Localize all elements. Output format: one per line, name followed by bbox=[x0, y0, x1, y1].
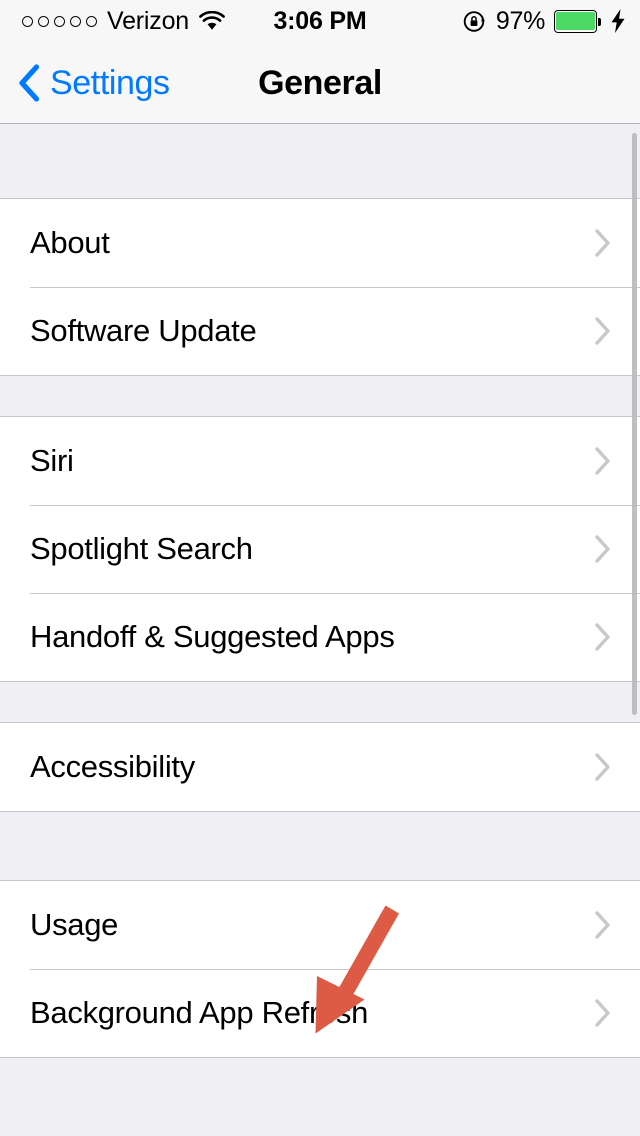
settings-table[interactable]: About Software Update Siri Spotlight Sea… bbox=[0, 125, 640, 1136]
row-label: Background App Refresh bbox=[30, 995, 369, 1030]
chevron-right-icon bbox=[594, 910, 612, 940]
group-gap bbox=[0, 125, 640, 198]
chevron-right-icon bbox=[594, 228, 612, 258]
iphone-screen: Verizon 3:06 PM 97% Settings General Abo… bbox=[0, 0, 640, 1136]
settings-group-2: Siri Spotlight Search Handoff & Suggeste… bbox=[0, 416, 640, 682]
chevron-right-icon bbox=[594, 622, 612, 652]
rotation-lock-icon bbox=[462, 9, 487, 34]
battery-icon bbox=[554, 9, 601, 33]
chevron-right-icon bbox=[594, 752, 612, 782]
chevron-right-icon bbox=[594, 446, 612, 476]
status-bar: Verizon 3:06 PM 97% bbox=[0, 0, 640, 42]
vertical-scrollbar[interactable] bbox=[632, 133, 637, 715]
chevron-right-icon bbox=[594, 316, 612, 346]
lightning-bolt-icon bbox=[610, 9, 626, 33]
row-label: Handoff & Suggested Apps bbox=[30, 619, 395, 654]
back-button-label[interactable]: Settings bbox=[50, 64, 170, 103]
row-label: Siri bbox=[30, 443, 74, 478]
chevron-left-icon[interactable] bbox=[18, 64, 40, 102]
settings-row-software-update[interactable]: Software Update bbox=[0, 287, 640, 375]
settings-group-4: Usage Background App Refresh bbox=[0, 880, 640, 1058]
row-label: About bbox=[30, 225, 110, 260]
chevron-right-icon bbox=[594, 534, 612, 564]
row-label: Software Update bbox=[30, 313, 257, 348]
battery-percent-label: 97% bbox=[495, 6, 545, 35]
row-label: Accessibility bbox=[30, 749, 195, 784]
settings-row-spotlight-search[interactable]: Spotlight Search bbox=[0, 505, 640, 593]
status-bar-right: 97% bbox=[462, 0, 626, 42]
settings-row-handoff-suggested-apps[interactable]: Handoff & Suggested Apps bbox=[0, 593, 640, 681]
navigation-bar: Settings General bbox=[0, 42, 640, 124]
back-button[interactable]: Settings bbox=[18, 42, 170, 124]
settings-row-accessibility[interactable]: Accessibility bbox=[0, 723, 640, 811]
chevron-right-icon bbox=[594, 998, 612, 1028]
settings-row-about[interactable]: About bbox=[0, 199, 640, 287]
group-gap bbox=[0, 376, 640, 416]
row-label: Spotlight Search bbox=[30, 531, 253, 566]
settings-row-usage[interactable]: Usage bbox=[0, 881, 640, 969]
row-label: Usage bbox=[30, 907, 119, 942]
group-gap bbox=[0, 1058, 640, 1082]
settings-group-3: Accessibility bbox=[0, 722, 640, 812]
group-gap bbox=[0, 682, 640, 722]
settings-row-background-app-refresh[interactable]: Background App Refresh bbox=[0, 969, 640, 1057]
group-gap bbox=[0, 812, 640, 880]
settings-group-1: About Software Update bbox=[0, 198, 640, 376]
settings-row-siri[interactable]: Siri bbox=[0, 417, 640, 505]
clock-label: 3:06 PM bbox=[273, 6, 367, 35]
